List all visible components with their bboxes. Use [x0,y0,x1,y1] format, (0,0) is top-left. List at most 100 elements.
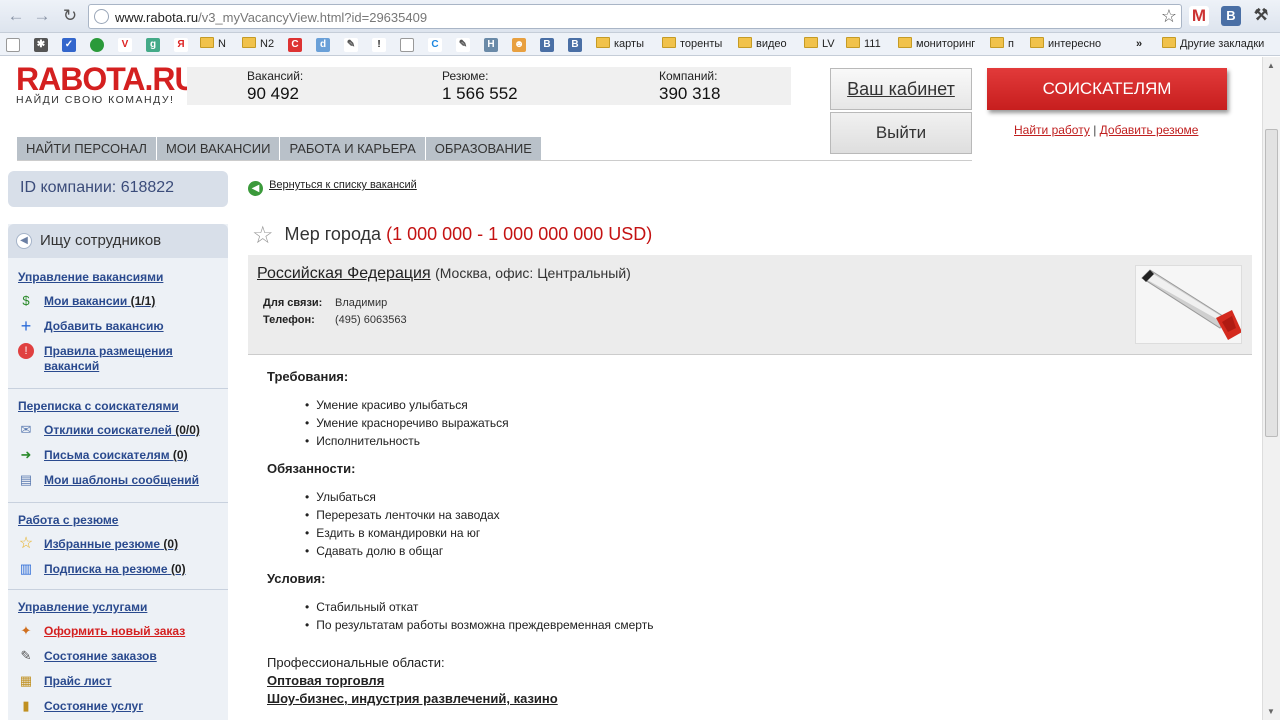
logout-button[interactable]: Выйти [830,112,972,154]
requirement-item: Умение красноречиво выражаться [305,416,508,430]
scroll-thumb[interactable] [1265,129,1278,437]
templates-icon: ▤ [19,472,33,487]
employer-link[interactable]: Российская Федерация [257,265,431,282]
address-bar[interactable]: www.rabota.ru/v3_myVacancyView.html?id=2… [88,4,1182,29]
vk-bookmark-icon[interactable]: B [540,38,554,52]
subscription-icon: ▥ [19,561,33,576]
bookmark-star-icon[interactable]: ☆ [1161,6,1177,27]
logo-text: RABOTA.RU [16,61,198,97]
nav-tab-find-staff[interactable]: НАЙТИ ПЕРСОНАЛ [17,137,157,160]
bookmark-folder[interactable]: интересно [1030,36,1101,53]
sidebar-title: Ищу сотрудников [40,232,162,249]
reload-icon[interactable]: ↻ [60,6,80,26]
wrench-icon[interactable]: ⚒ [1251,6,1271,26]
bookmark-icon[interactable]: g [146,38,160,52]
scroll-up-icon[interactable]: ▲ [1267,61,1275,70]
section-vacancy-management[interactable]: Управление вакансиями [18,270,163,284]
bookmark-folder[interactable]: п [990,36,1014,53]
warning-icon: ! [18,343,34,359]
bookmark-icon[interactable]: ☻ [512,38,526,52]
vacancies-icon: $ [22,293,30,308]
duties-title: Обязанности: [267,461,356,476]
bookmark-folder[interactable]: N2 [242,36,274,53]
favorite-star-icon[interactable]: ☆ [252,221,274,250]
service-status-icon: ▮ [22,698,30,713]
bookmark-folder[interactable]: LV [804,36,835,53]
collapse-chevron-icon[interactable]: ◀ [16,233,32,249]
requirement-item: Исполнительность [305,434,420,448]
url-text: www.rabota.ru/v3_myVacancyView.html?id=2… [115,10,428,25]
nav-divider [17,160,972,161]
bookmark-folder[interactable]: видео [738,36,787,53]
section-correspondence[interactable]: Переписка с соискателями [18,399,179,413]
section-services[interactable]: Управление услугами [18,600,147,614]
other-bookmarks-folder[interactable]: Другие закладки [1162,36,1264,53]
back-link[interactable]: Вернуться к списку вакансий [269,179,417,191]
bookmark-icon[interactable] [90,38,104,52]
bookmark-icon[interactable]: ! [372,38,386,52]
seekers-button[interactable]: СОИСКАТЕЛЯМ [987,68,1227,110]
bookmark-icon[interactable]: ✓ [62,38,76,52]
bookmark-icon[interactable] [400,38,414,52]
employer-box: Российская Федерация (Москва, офис: Цент… [248,255,1252,355]
bookmark-folder[interactable]: торенты [662,36,722,53]
separator: | [1093,123,1097,137]
section-resumes[interactable]: Работа с резюме [18,513,118,527]
back-arrow-icon: ◀ [248,181,263,196]
blank-page-icon[interactable] [6,38,20,52]
bookmark-icon[interactable]: C [428,38,442,52]
vk-bookmark-icon[interactable]: B [568,38,582,52]
duty-item: Сдавать долю в общаг [305,544,443,558]
scroll-down-icon[interactable]: ▼ [1267,707,1275,716]
scrollbar[interactable]: ▲ ▼ [1262,57,1280,720]
find-job-link[interactable]: Найти работу [1014,123,1090,137]
bookmark-icon[interactable]: ✱ [34,38,48,52]
vk-icon[interactable]: B [1221,6,1241,26]
back-arrow-icon[interactable]: ← [6,6,26,26]
site-logo[interactable]: RABOTA.RU НАЙДИ СВОЮ КОМАНДУ! [16,61,198,106]
nav-tab-career[interactable]: РАБОТА И КАРЬЕРА [280,137,426,160]
employer-logo-image [1135,265,1242,344]
bookmark-icon[interactable]: C [288,38,302,52]
page-content: RABOTA.RU НАЙДИ СВОЮ КОМАНДУ! Вакансий: … [0,57,1262,720]
company-id: ID компании: 618822 [20,179,175,196]
main-nav: НАЙТИ ПЕРСОНАЛ МОИ ВАКАНСИИ РАБОТА И КАР… [17,137,542,160]
nav-tab-my-vacancies[interactable]: МОИ ВАКАНСИИ [156,137,281,160]
prof-area-link[interactable]: Оптовая торговля [267,673,384,688]
bookmark-folder[interactable]: карты [596,36,644,53]
conditions-title: Условия: [267,571,326,586]
company-id-box: ID компании: 618822 [8,171,228,207]
cabinet-button[interactable]: Ваш кабинет [830,68,972,110]
bookmark-icon[interactable]: d [316,38,330,52]
sidebar-divider [8,502,228,503]
sidebar-header[interactable]: ◀ Ищу сотрудников [8,224,228,258]
bookmark-icon[interactable]: H [484,38,498,52]
vacancy-salary: (1 000 000 - 1 000 000 000 USD) [386,224,653,244]
nav-tab-education[interactable]: ОБРАЗОВАНИЕ [425,137,542,160]
stat-companies: Компаний: 390 318 [659,69,721,103]
forward-arrow-icon[interactable]: → [32,6,52,26]
back-to-list[interactable]: ◀ Вернуться к списку вакансий [248,179,417,196]
bookmark-icon[interactable]: ✎ [456,38,470,52]
bookmark-folder[interactable]: мониторинг [898,36,975,53]
stat-vacancies: Вакансий: 90 492 [247,69,304,103]
requirement-item: Умение красиво улыбаться [305,398,468,412]
responses-icon: ✉ [20,422,32,437]
bookmark-folder[interactable]: 111 [846,36,881,53]
phone-row: Телефон: (495) 6063563 [263,314,407,326]
prof-area-link[interactable]: Шоу-бизнес, индустрия развлечений, казин… [267,691,558,706]
bookmark-icon[interactable]: ✎ [344,38,358,52]
add-resume-link[interactable]: Добавить резюме [1100,123,1199,137]
duty-item: Перерезать ленточки на заводах [305,508,499,522]
prof-areas-title: Профессиональные области: [267,655,445,670]
browser-toolbar: ← → ↻ www.rabota.ru/v3_myVacancyView.htm… [0,0,1280,33]
more-bookmarks-chevron-icon[interactable]: » [1136,36,1142,53]
requirements-title: Требования: [267,369,349,384]
letters-icon: ➜ [20,447,32,462]
bookmark-icon[interactable]: V [118,38,132,52]
seekers-links: Найти работу | Добавить резюме [1014,123,1198,137]
star-icon: ☆ [18,535,34,552]
bookmark-icon[interactable]: Я [174,38,188,52]
gmail-icon[interactable]: M [1189,6,1209,26]
bookmark-folder[interactable]: N [200,36,226,53]
